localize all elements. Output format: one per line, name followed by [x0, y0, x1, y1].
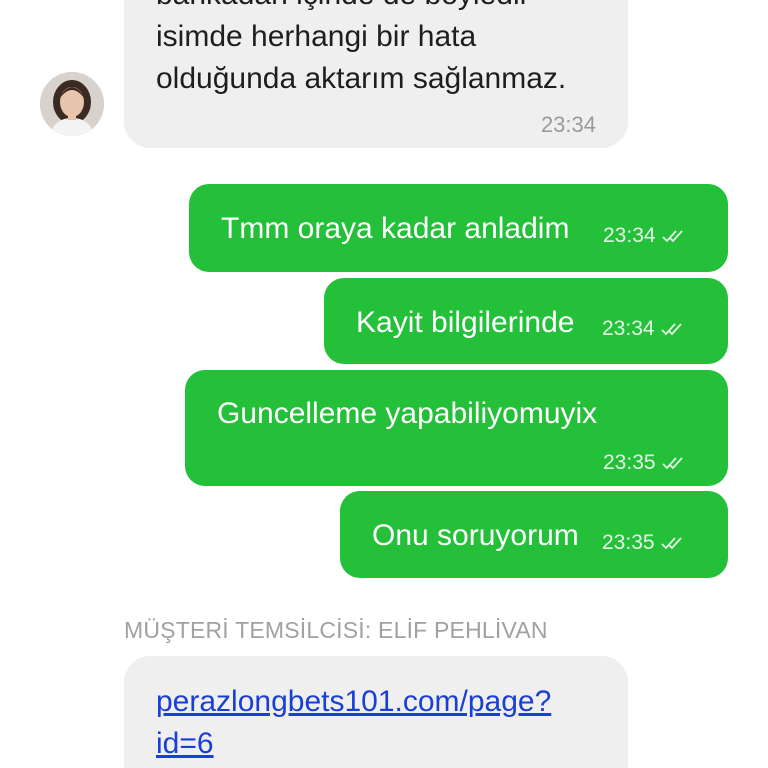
- link-line[interactable]: id=6: [156, 723, 551, 765]
- double-check-icon: [661, 455, 688, 471]
- message-link[interactable]: perazlongbets101.com/page? id=6: [156, 681, 551, 765]
- message-time: 23:34: [540, 112, 596, 137]
- message-line: bankadan içinde de böyledir: [156, 0, 566, 16]
- outgoing-message[interactable]: Guncelleme yapabiliyomuyix 23:35: [185, 370, 728, 486]
- message-time: 23:35: [602, 531, 655, 554]
- message-time: 23:35: [603, 451, 656, 474]
- message-line: isimde herhangi bir hata: [156, 20, 477, 53]
- double-check-icon: [660, 535, 687, 551]
- message-meta: 23:35: [603, 451, 688, 475]
- message-text: bankadan içinde de böyledir isimde herha…: [156, 0, 566, 100]
- message-text: Tmm oraya kadar anladim: [221, 212, 570, 245]
- agent-avatar[interactable]: [40, 72, 104, 136]
- double-check-icon: [661, 228, 688, 244]
- message-time: 23:34: [603, 224, 656, 247]
- outgoing-message[interactable]: Onu soruyorum 23:35: [340, 491, 728, 578]
- incoming-message[interactable]: bankadan içinde de böyledir isimde herha…: [124, 0, 628, 148]
- message-meta: 23:34: [602, 317, 687, 341]
- avatar-image: [40, 72, 104, 136]
- message-meta: 23:34: [603, 224, 688, 248]
- link-line[interactable]: perazlongbets101.com/page?: [156, 681, 551, 723]
- message-text: Onu soruyorum: [372, 519, 579, 552]
- message-text: Guncelleme yapabiliyomuyix: [217, 397, 598, 430]
- double-check-icon: [660, 321, 687, 337]
- outgoing-message[interactable]: Kayit bilgilerinde 23:34: [324, 278, 728, 364]
- message-text: Kayit bilgilerinde: [356, 306, 575, 339]
- message-line: olduğunda aktarım sağlanmaz.: [156, 62, 567, 95]
- message-time: 23:34: [602, 317, 655, 340]
- agent-name-label: MÜŞTERİ TEMSİLCİSİ: ELİF PEHLİVAN: [124, 617, 548, 643]
- message-meta: 23:35: [602, 531, 687, 555]
- chat-screen: bankadan içinde de böyledir isimde herha…: [0, 0, 768, 768]
- outgoing-message[interactable]: Tmm oraya kadar anladim 23:34: [189, 184, 728, 272]
- incoming-message[interactable]: perazlongbets101.com/page? id=6: [124, 656, 628, 768]
